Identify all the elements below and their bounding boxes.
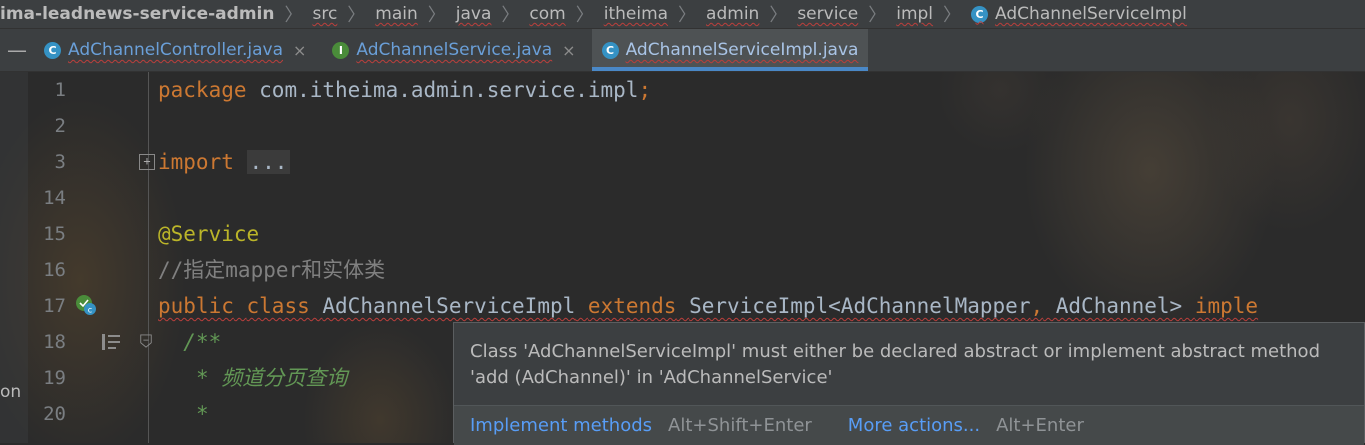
tab-adchannel-service-impl[interactable]: C AdChannelServiceImpl.java bbox=[591, 29, 869, 71]
code-line: 14 bbox=[0, 180, 1365, 216]
code-line: 2 bbox=[0, 108, 1365, 144]
breadcrumb-file[interactable]: C AdChannelServiceImpl bbox=[967, 4, 1189, 24]
chevron-right-icon: 〉 bbox=[769, 5, 788, 26]
tab-adchannel-service[interactable]: I AdChannelService.java × bbox=[322, 29, 585, 71]
line-number: 15 bbox=[43, 223, 66, 245]
breadcrumb-item-com[interactable]: com bbox=[525, 4, 567, 24]
line-number: 1 bbox=[54, 79, 66, 101]
line-number: 17 bbox=[43, 295, 66, 317]
fold-collapse-icon[interactable] bbox=[139, 334, 153, 348]
chevron-right-icon: 〉 bbox=[943, 5, 962, 26]
chevron-right-icon: 〉 bbox=[284, 5, 303, 26]
class-icon: C bbox=[971, 5, 989, 23]
breadcrumb-item-itheima[interactable]: itheima bbox=[600, 4, 670, 24]
line-number: 18 bbox=[43, 331, 66, 353]
code-line: 17 c public class AdChannelServiceImpl e… bbox=[0, 288, 1365, 324]
more-actions-link[interactable]: More actions... bbox=[848, 415, 980, 436]
error-message: Class 'AdChannelServiceImpl' must either… bbox=[470, 341, 1320, 388]
class-icon: C bbox=[601, 41, 619, 59]
tab-adchannel-controller[interactable]: C AdChannelController.java × bbox=[34, 29, 316, 71]
service-annotation: @Service bbox=[158, 222, 260, 246]
implement-methods-shortcut: Alt+Shift+Enter bbox=[668, 415, 812, 436]
tab-label: AdChannelServiceImpl.java bbox=[625, 40, 859, 60]
generic-type: AdChannel> bbox=[1043, 294, 1183, 318]
code-line: 16 //指定mapper和实体类 bbox=[0, 252, 1365, 288]
line-number: 3 bbox=[54, 151, 66, 173]
quick-fix-actions: Implement methods Alt+Shift+Enter More a… bbox=[454, 405, 1364, 445]
fold-expand-icon[interactable]: + bbox=[139, 154, 155, 170]
collapse-icon[interactable]: — bbox=[0, 29, 34, 71]
public-keyword: public bbox=[158, 294, 234, 318]
reader-mode-icon[interactable] bbox=[100, 332, 122, 352]
javadoc-start: /** bbox=[183, 330, 222, 354]
breadcrumb-item-main[interactable]: main bbox=[371, 4, 419, 24]
line-number: 16 bbox=[43, 259, 66, 281]
editor-tab-bar: — C AdChannelController.java × I AdChann… bbox=[0, 29, 1365, 72]
breadcrumb-item-impl[interactable]: impl bbox=[892, 4, 935, 24]
import-keyword: import bbox=[158, 150, 234, 174]
tab-label: AdChannelController.java bbox=[68, 40, 283, 60]
tab-label: AdChannelService.java bbox=[356, 40, 553, 60]
line-number: 19 bbox=[43, 367, 66, 389]
javadoc-star: * bbox=[195, 366, 209, 390]
semicolon: ; bbox=[638, 78, 652, 102]
javadoc-star: * bbox=[195, 402, 209, 426]
more-actions-shortcut: Alt+Enter bbox=[996, 415, 1084, 436]
breadcrumb-file-label: AdChannelServiceImpl bbox=[995, 4, 1187, 24]
super-type: ServiceImpl<AdChannelMapper bbox=[689, 294, 1031, 318]
breadcrumb-item-admin[interactable]: admin bbox=[702, 4, 761, 24]
class-name: AdChannelServiceImpl bbox=[322, 294, 576, 318]
close-icon[interactable]: × bbox=[293, 41, 306, 60]
comma: , bbox=[1030, 294, 1044, 318]
line-number: 20 bbox=[43, 403, 66, 425]
line-number: 2 bbox=[54, 115, 66, 137]
interface-icon: I bbox=[332, 41, 350, 59]
code-line: 3 + import ... bbox=[0, 144, 1365, 180]
breadcrumb-item-java[interactable]: java bbox=[452, 4, 494, 24]
chevron-right-icon: 〉 bbox=[347, 5, 366, 26]
error-tooltip: Class 'AdChannelServiceImpl' must either… bbox=[453, 322, 1365, 445]
class-keyword: class bbox=[246, 294, 310, 318]
extends-keyword: extends bbox=[587, 294, 677, 318]
svg-text:c: c bbox=[88, 306, 92, 315]
code-line: 15 @Service bbox=[0, 216, 1365, 252]
breadcrumb: ima-leadnews-service-admin 〉 src 〉 main … bbox=[0, 0, 1365, 29]
package-keyword: package bbox=[158, 78, 247, 102]
folded-imports[interactable]: ... bbox=[246, 150, 291, 174]
code-line: 1 package com.itheima.admin.service.impl… bbox=[0, 72, 1365, 108]
close-icon[interactable]: × bbox=[562, 41, 575, 60]
chevron-right-icon: 〉 bbox=[501, 5, 520, 26]
class-icon: C bbox=[44, 41, 61, 59]
chevron-right-icon: 〉 bbox=[575, 5, 594, 26]
package-name: com.itheima.admin.service.impl bbox=[246, 78, 639, 102]
chevron-right-icon: 〉 bbox=[427, 5, 446, 26]
line-comment: //指定mapper和实体类 bbox=[158, 258, 386, 282]
javadoc-text: 频道分页查询 bbox=[221, 366, 348, 390]
breadcrumb-project[interactable]: ima-leadnews-service-admin bbox=[0, 4, 276, 24]
breadcrumb-item-service[interactable]: service bbox=[793, 4, 860, 24]
implements-keyword: imple bbox=[1194, 294, 1259, 318]
chevron-right-icon: 〉 bbox=[868, 5, 887, 26]
chevron-right-icon: 〉 bbox=[678, 5, 697, 26]
line-number: 14 bbox=[43, 187, 66, 209]
breadcrumb-item-src[interactable]: src bbox=[308, 4, 339, 24]
implements-gutter-icon[interactable]: c bbox=[75, 294, 97, 316]
implement-methods-link[interactable]: Implement methods bbox=[470, 415, 652, 436]
